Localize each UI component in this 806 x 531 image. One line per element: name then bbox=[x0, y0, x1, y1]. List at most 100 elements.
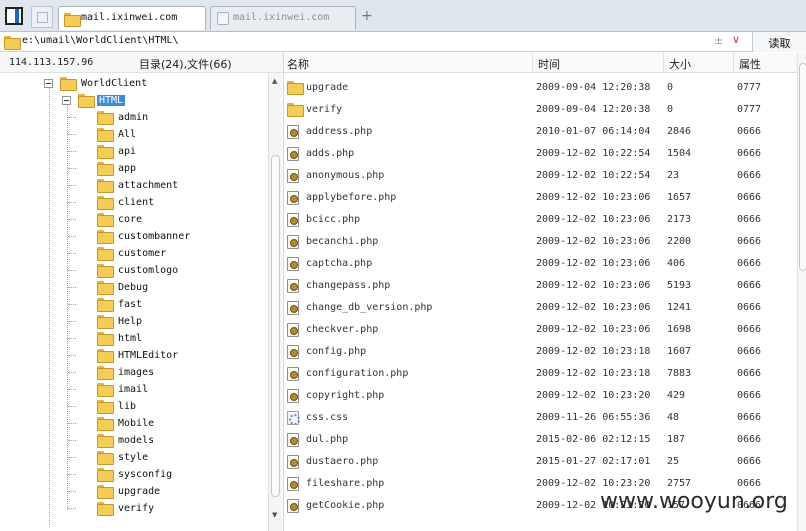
php-file-icon bbox=[287, 257, 299, 271]
tree-node-label: customlogo bbox=[118, 265, 179, 276]
tree-node-label: custombanner bbox=[118, 231, 191, 242]
file-size: 48 bbox=[667, 412, 680, 423]
tree-guide bbox=[68, 117, 76, 118]
folder-icon bbox=[97, 179, 114, 193]
file-attr: 0666 bbox=[737, 126, 762, 137]
file-size: 23 bbox=[667, 170, 680, 181]
column-divider[interactable] bbox=[532, 53, 533, 73]
file-time: 2009-12-02 10:23:18 bbox=[536, 368, 651, 379]
favorite-icon[interactable]: ± bbox=[714, 34, 723, 47]
file-list: 名称 时间 大小 属性 upgrade 2009-09-04 12:20:38 0 0… bbox=[283, 53, 806, 531]
file-row[interactable]: configuration.php 2009-12-02 10:23:18 7883… bbox=[284, 363, 797, 385]
file-row[interactable]: bcicc.php 2009-12-02 10:23:06 2173 0666 bbox=[284, 209, 797, 231]
file-time: 2009-12-02 10:23:06 bbox=[536, 258, 651, 269]
file-time: 2009-12-02 10:23:20 bbox=[536, 478, 651, 489]
folder-icon bbox=[97, 434, 114, 448]
php-file-icon bbox=[287, 235, 299, 249]
php-file-icon bbox=[287, 279, 299, 293]
file-row[interactable]: captcha.php 2009-12-02 10:23:06 406 0666 bbox=[284, 253, 797, 275]
tree-guide bbox=[68, 372, 76, 373]
page-icon bbox=[217, 12, 229, 25]
tree-guide bbox=[68, 440, 76, 441]
php-file-icon bbox=[287, 367, 299, 381]
tree-node-label: html bbox=[118, 333, 143, 344]
file-row[interactable]: change_db_version.php 2009-12-02 10:23:06… bbox=[284, 297, 797, 319]
tab-active[interactable]: mail.ixinwei.com bbox=[58, 6, 206, 30]
file-row[interactable]: applybefore.php 2009-12-02 10:23:06 1657 06… bbox=[284, 187, 797, 209]
tree-guide bbox=[68, 185, 76, 186]
file-row[interactable]: dustaero.php 2015-01-27 02:17:01 25 0666 bbox=[284, 451, 797, 473]
tab-menu-button[interactable] bbox=[31, 6, 53, 28]
file-attr: 0777 bbox=[737, 82, 762, 93]
file-row[interactable]: becanchi.php 2009-12-02 10:23:06 2200 0666 bbox=[284, 231, 797, 253]
file-row[interactable]: verify 2009-09-04 12:20:38 0 0777 bbox=[284, 99, 797, 121]
file-row[interactable]: dul.php 2015-02-06 02:12:15 187 0666 bbox=[284, 429, 797, 451]
path-input[interactable]: e:\umail\WorldClient\HTML\ bbox=[22, 35, 179, 46]
file-size: 0 bbox=[667, 82, 674, 93]
column-divider[interactable] bbox=[663, 53, 664, 73]
column-divider[interactable] bbox=[733, 53, 734, 73]
php-file-icon bbox=[287, 499, 299, 513]
tree-node-label: All bbox=[118, 129, 137, 140]
tree-node-label: HTML bbox=[97, 95, 126, 106]
file-time: 2009-12-02 10:23:06 bbox=[536, 324, 651, 335]
tree-guide bbox=[68, 219, 76, 220]
tree-node-label: sysconfig bbox=[118, 469, 173, 480]
tree-scrollbar[interactable]: ▲ ▼ bbox=[268, 73, 282, 531]
file-time: 2009-09-04 12:20:38 bbox=[536, 82, 651, 93]
panel-toggle-button[interactable] bbox=[5, 7, 23, 25]
file-time: 2009-12-02 10:23:06 bbox=[536, 236, 651, 247]
file-row[interactable]: changepass.php 2009-12-02 10:23:06 5193 066… bbox=[284, 275, 797, 297]
scroll-down-icon[interactable]: ▼ bbox=[272, 511, 277, 519]
scroll-up-icon[interactable]: ▲ bbox=[272, 77, 277, 85]
scroll-thumb[interactable] bbox=[799, 63, 806, 271]
tab-label: mail.ixinwei.com bbox=[81, 12, 178, 23]
file-name: configuration.php bbox=[306, 368, 409, 379]
file-name: getCookie.php bbox=[306, 500, 385, 511]
file-row[interactable]: checkver.php 2009-12-02 10:23:06 1698 0666 bbox=[284, 319, 797, 341]
column-name[interactable]: 名称 bbox=[287, 56, 309, 72]
php-file-icon bbox=[287, 433, 299, 447]
add-tab-button[interactable]: + bbox=[361, 8, 373, 24]
folder-open-icon bbox=[78, 94, 95, 108]
collapse-icon[interactable] bbox=[62, 96, 71, 105]
file-time: 2009-09-04 12:20:38 bbox=[536, 104, 651, 115]
folder-icon bbox=[97, 349, 114, 363]
file-row[interactable]: css.css 2009-11-26 06:55:36 48 0666 bbox=[284, 407, 797, 429]
php-file-icon bbox=[287, 191, 299, 205]
tree-guide bbox=[68, 406, 76, 407]
folder-icon bbox=[97, 196, 114, 210]
watermark-text: www.wooyun.org bbox=[600, 489, 788, 514]
file-row[interactable]: upgrade 2009-09-04 12:20:38 0 0777 bbox=[284, 77, 797, 99]
column-size[interactable]: 大小 bbox=[669, 56, 691, 72]
tree-guide bbox=[68, 168, 76, 169]
tree-node-label: WorldClient bbox=[81, 78, 148, 89]
file-row[interactable]: anonymous.php 2009-12-02 10:22:54 23 0666 bbox=[284, 165, 797, 187]
file-size: 2200 bbox=[667, 236, 692, 247]
column-time[interactable]: 时间 bbox=[538, 56, 560, 72]
file-row[interactable]: address.php 2010-01-07 06:14:04 2846 0666 bbox=[284, 121, 797, 143]
file-time: 2009-12-02 10:23:06 bbox=[536, 302, 651, 313]
read-button[interactable]: 读取 bbox=[752, 32, 806, 52]
file-row[interactable]: copyright.php 2009-12-02 10:23:20 429 0666 bbox=[284, 385, 797, 407]
column-attr[interactable]: 属性 bbox=[739, 56, 761, 72]
file-name: becanchi.php bbox=[306, 236, 379, 247]
file-attr: 0666 bbox=[737, 148, 762, 159]
tree-node-label: imail bbox=[118, 384, 149, 395]
file-attr: 0777 bbox=[737, 104, 762, 115]
folder-icon bbox=[97, 298, 114, 312]
file-attr: 0666 bbox=[737, 434, 762, 445]
chevron-down-icon[interactable]: ∨ bbox=[732, 33, 740, 46]
collapse-icon[interactable] bbox=[44, 79, 53, 88]
info-bar: 114.113.157.96 目录(24),文件(66) bbox=[0, 53, 283, 73]
file-time: 2009-12-02 10:23:20 bbox=[536, 390, 651, 401]
file-row[interactable]: adds.php 2009-12-02 10:22:54 1504 0666 bbox=[284, 143, 797, 165]
tree-node-label: upgrade bbox=[118, 486, 161, 497]
file-size: 1657 bbox=[667, 192, 692, 203]
scroll-thumb[interactable] bbox=[271, 155, 280, 497]
file-time: 2009-12-02 10:23:06 bbox=[536, 192, 651, 203]
tab-inactive[interactable]: mail.ixinwei.com bbox=[210, 6, 356, 30]
file-row[interactable]: config.php 2009-12-02 10:23:18 1607 0666 bbox=[284, 341, 797, 363]
list-scrollbar[interactable] bbox=[797, 53, 806, 531]
file-time: 2009-11-26 06:55:36 bbox=[536, 412, 651, 423]
